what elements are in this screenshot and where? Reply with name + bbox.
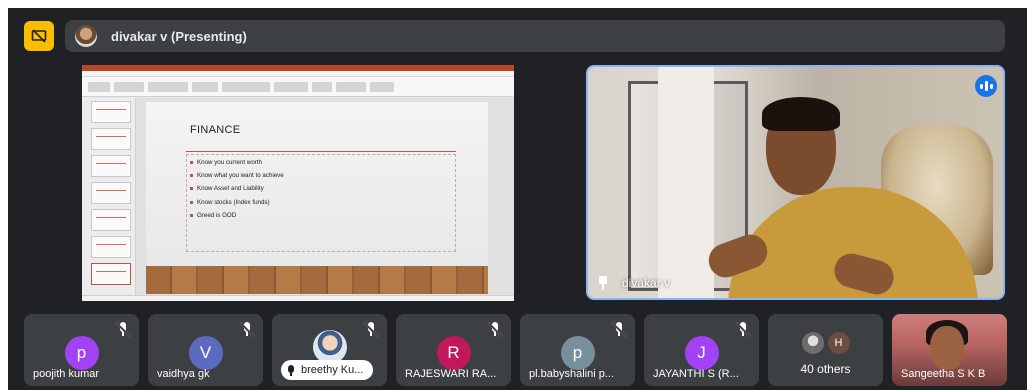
screen-share-off-icon [31, 29, 47, 43]
speaker-name-label: divakar v [598, 276, 670, 290]
mic-off-icon [735, 321, 751, 337]
participant-tile[interactable]: p pl.babyshalini p... [520, 314, 635, 386]
avatar: p [560, 336, 595, 370]
speaker-video[interactable]: divakar v [586, 65, 1005, 300]
mic-off-icon [239, 321, 255, 337]
mic-off-icon [611, 321, 627, 337]
pin-icon[interactable] [598, 276, 608, 290]
participant-tile[interactable]: breethy Ku... [272, 314, 387, 386]
slide-floor-graphic [146, 266, 488, 294]
slide-thumbnails [82, 98, 136, 295]
slide: FINANCE Know you current worth Know what… [146, 102, 488, 294]
meeting-stage: divakar v (Presenting) FINANCE Know you … [8, 8, 1027, 390]
participant-name-pill: breethy Ku... [281, 360, 374, 380]
avatar: J [684, 336, 719, 370]
participant-name: RAJESWARI RA... [405, 368, 497, 380]
participant-tile[interactable]: R RAJESWARI RA... [396, 314, 511, 386]
participant-tile[interactable]: V vaidhya gk [148, 314, 263, 386]
avatar: p [64, 336, 99, 370]
slide-bullet: Know you current worth [190, 159, 284, 166]
participant-video [930, 326, 964, 370]
ppt-status-bar [82, 295, 514, 301]
others-avatars: H [801, 332, 850, 354]
avatar: R [436, 336, 471, 370]
participant-name: vaidhya gk [157, 368, 210, 380]
mic-off-icon [363, 321, 379, 337]
others-tile[interactable]: H 40 others [768, 314, 883, 386]
shared-screen: FINANCE Know you current worth Know what… [82, 65, 514, 301]
participant-tile[interactable]: p poojith kumar [24, 314, 139, 386]
participant-tile[interactable]: J JAYANTHI S (R... [644, 314, 759, 386]
avatar [312, 330, 347, 364]
presenter-label: divakar v (Presenting) [111, 28, 247, 44]
presentation-icon[interactable] [24, 21, 54, 51]
mic-icon [287, 364, 295, 376]
slide-title: FINANCE [190, 124, 241, 136]
participant-tile[interactable]: Sangeetha S K B [892, 314, 1007, 386]
avatar: H [827, 332, 850, 354]
participant-name: poojith kumar [33, 368, 100, 380]
speaking-indicator-icon [975, 75, 997, 97]
mic-off-icon [115, 321, 131, 337]
participant-name: JAYANTHI S (R... [653, 368, 739, 380]
participant-name: pl.babyshalini p... [529, 368, 614, 380]
slide-bullet: Know Asset and Liability [190, 185, 284, 192]
participant-name: Sangeetha S K B [901, 368, 986, 380]
background-wall [658, 67, 714, 298]
slide-bullet: Greed is GOD [190, 212, 284, 219]
presenter-avatar [75, 25, 97, 47]
speaker-name: divakar v [622, 276, 671, 290]
ppt-ribbon [82, 77, 514, 97]
slide-bullet: Know stocks (Index funds) [190, 199, 284, 206]
others-count-label: 40 others [800, 362, 851, 376]
presenter-bar: divakar v (Presenting) [65, 20, 1005, 52]
avatar: V [188, 336, 223, 370]
slide-bullet: Know what you want to achieve [190, 172, 284, 179]
avatar [801, 332, 824, 354]
participant-name: breethy Ku... [301, 364, 364, 376]
mic-off-icon [487, 321, 503, 337]
slide-bullets: Know you current worth Know what you wan… [190, 159, 284, 225]
